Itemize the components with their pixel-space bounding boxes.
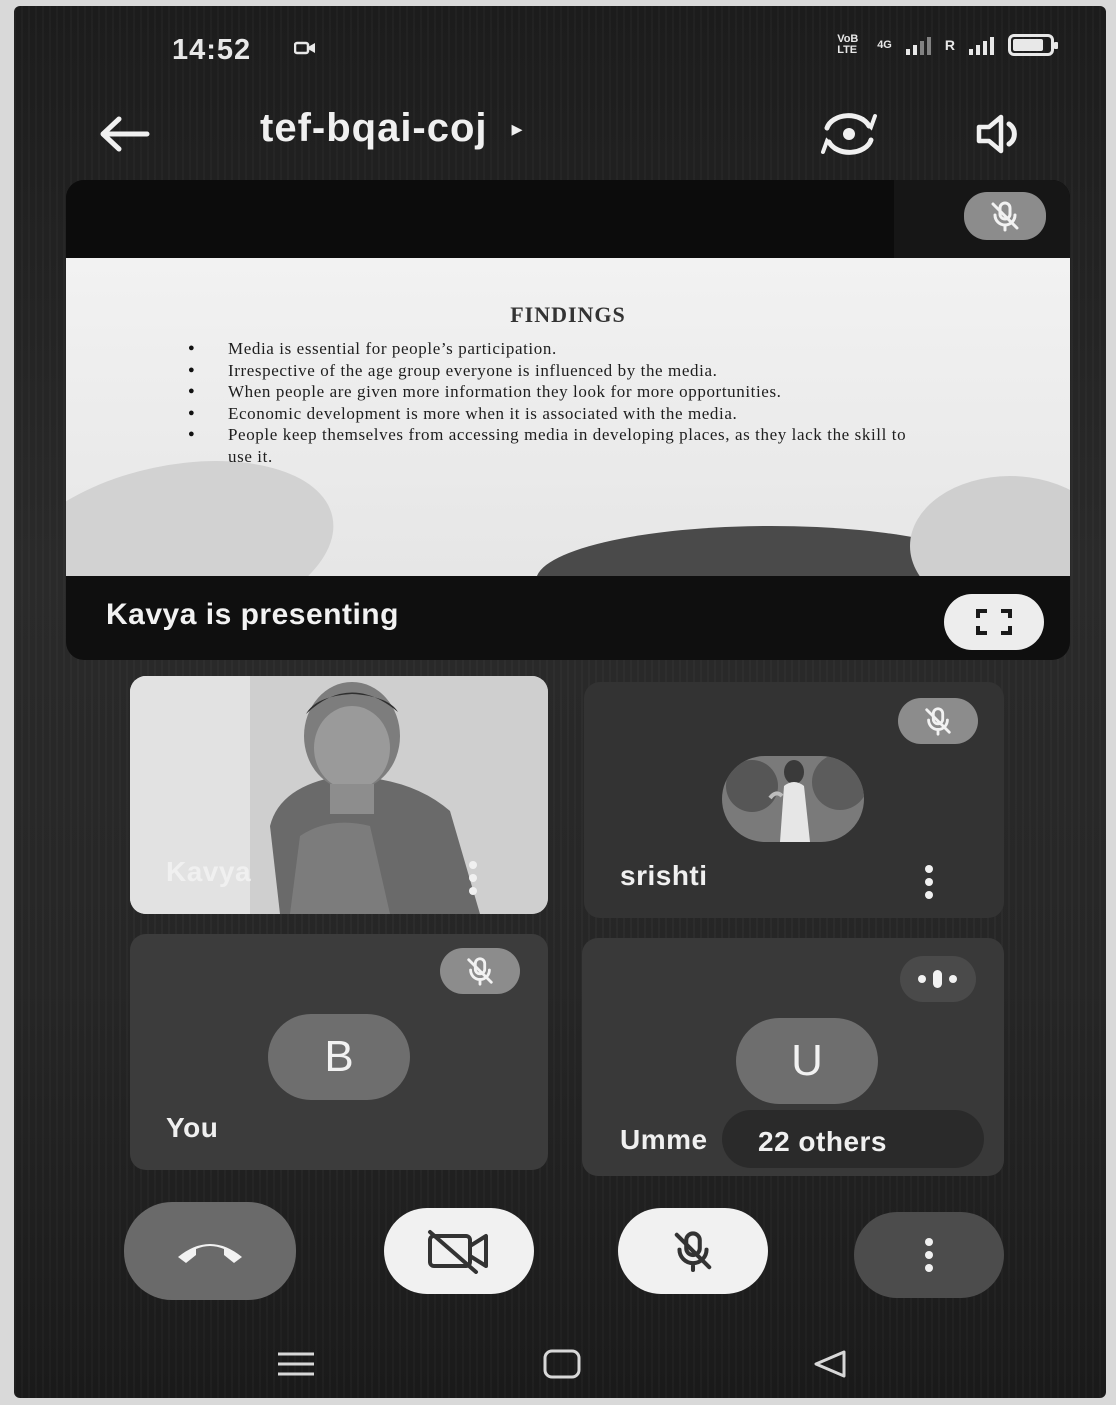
- speaker-icon: [976, 114, 1017, 154]
- switch-camera-button[interactable]: [814, 104, 884, 164]
- back-button[interactable]: [94, 106, 154, 162]
- camera-toggle-button[interactable]: [384, 1208, 534, 1294]
- avatar: U: [736, 1018, 878, 1104]
- muted-badge: [898, 698, 978, 744]
- presentation-top-bar: [66, 180, 1070, 258]
- mic-toggle-button[interactable]: [618, 1208, 768, 1294]
- participant-name: You: [166, 1112, 219, 1143]
- participant-tile-you[interactable]: B You: [130, 934, 548, 1170]
- audio-level-icon: [918, 970, 957, 988]
- avatar: B: [268, 1014, 410, 1100]
- recents-icon: [278, 1352, 314, 1376]
- app-bar: tef-bqai-coj ▸: [14, 96, 1106, 176]
- fullscreen-icon: [976, 609, 1012, 635]
- mic-off-icon: [925, 707, 951, 736]
- switch-camera-icon: [821, 113, 877, 155]
- mic-off-icon: [991, 201, 1019, 232]
- muted-badge: [440, 948, 520, 994]
- participant-more-button[interactable]: [458, 856, 488, 900]
- participant-name: Kavya: [166, 856, 252, 887]
- presentation-card[interactable]: FINDINGS Media is essential for people’s…: [66, 180, 1070, 660]
- meeting-code-button[interactable]: tef-bqai-coj ▸: [260, 106, 524, 151]
- slide-bullet: When people are given more information t…: [186, 381, 916, 403]
- participant-name: Umme: [620, 1124, 708, 1155]
- camera-off-icon: [428, 1230, 488, 1274]
- others-count: 22 others: [758, 1126, 887, 1157]
- status-bar: 14:52 VoB LTE 4G R: [14, 6, 1106, 96]
- phone-screen: 14:52 VoB LTE 4G R tef-bqai-coj ▸ FINDIN…: [14, 6, 1106, 1398]
- status-time: 14:52: [172, 34, 252, 66]
- more-options-button[interactable]: [854, 1212, 1004, 1298]
- slide-bullet: Irrespective of the age group everyone i…: [186, 360, 916, 382]
- network-label: VoB LTE: [837, 33, 859, 56]
- presenting-label: Kavya is presenting: [106, 598, 399, 631]
- speaker-button[interactable]: [966, 104, 1036, 164]
- home-button[interactable]: [532, 1344, 592, 1384]
- participant-tile-kavya[interactable]: Kavya: [130, 676, 548, 914]
- home-icon: [543, 1349, 581, 1379]
- signal-icon: [969, 35, 994, 55]
- slide-bullet: People keep themselves from accessing me…: [186, 424, 916, 467]
- meeting-code: tef-bqai-coj: [260, 106, 488, 150]
- mic-off-icon: [467, 957, 493, 986]
- camera-recording-icon: [294, 41, 315, 55]
- signal-icon: [905, 35, 931, 55]
- avatar: [722, 756, 864, 842]
- battery-icon: [1008, 34, 1058, 56]
- presenter-muted-badge: [964, 192, 1046, 240]
- shared-slide: FINDINGS Media is essential for people’s…: [66, 258, 1070, 576]
- slide-title: FINDINGS: [510, 302, 626, 327]
- fullscreen-button[interactable]: [944, 594, 1044, 650]
- more-vert-icon: [914, 1233, 944, 1277]
- nav-back-button[interactable]: [800, 1344, 860, 1384]
- participant-name: srishti: [620, 860, 708, 891]
- system-nav-bar: [14, 1326, 1106, 1398]
- data-type-label: 4G: [877, 39, 892, 51]
- end-call-icon: [178, 1244, 242, 1263]
- end-call-button[interactable]: [124, 1202, 296, 1300]
- speaking-badge: [900, 956, 976, 1002]
- recents-button[interactable]: [266, 1344, 326, 1384]
- slide-bullet: Economic development is more when it is …: [186, 403, 916, 425]
- slide-bullet: Media is essential for people’s particip…: [186, 338, 916, 360]
- participant-more-button[interactable]: [914, 860, 944, 904]
- status-indicators: VoB LTE 4G R: [837, 33, 1058, 56]
- mic-off-icon: [674, 1231, 712, 1272]
- chevron-right-icon: ▸: [511, 115, 524, 141]
- back-arrow-icon: [100, 116, 150, 152]
- back-icon: [814, 1350, 846, 1378]
- roaming-label: R: [944, 37, 955, 53]
- participant-tile-srishti[interactable]: srishti: [584, 682, 1004, 918]
- participant-tile-umme[interactable]: U Umme 22 others: [582, 938, 1004, 1176]
- slide-bullet-list: Media is essential for people’s particip…: [186, 338, 916, 467]
